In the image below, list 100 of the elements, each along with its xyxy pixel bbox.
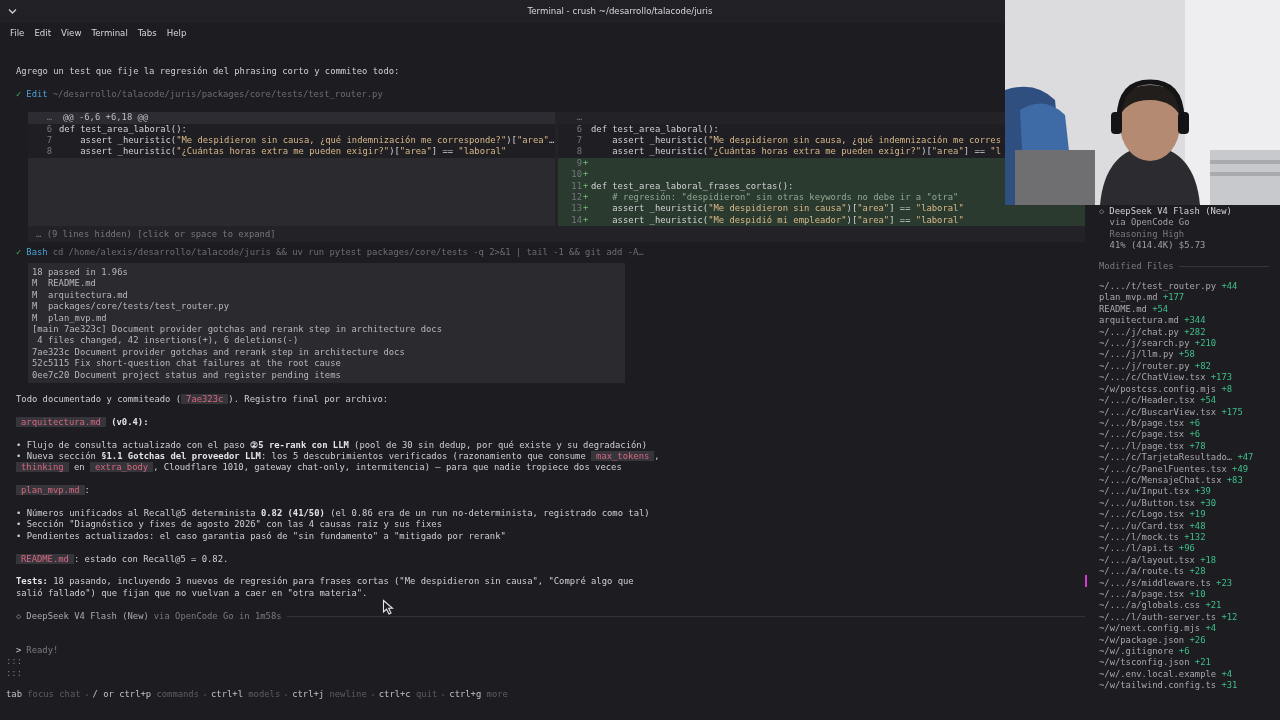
collapsed-lines-hint[interactable]: … (9 lines hidden) [click or space to expand]	[28, 226, 1085, 242]
file-path[interactable]: ~/.../u/Card.tsx	[1099, 520, 1185, 532]
file-path[interactable]: ~/.../b/page.tsx	[1099, 417, 1185, 430]
intro-text: Agrego un test que fije la regresión del phrasing corto y commiteo todo:	[15, 66, 400, 76]
added-lines-count: +54	[1200, 395, 1217, 407]
model-provider: via OpenCode Go in 1m58s	[153, 610, 282, 622]
file-path[interactable]: ~/.../c/ChatView.tsx	[1099, 372, 1206, 384]
file-path[interactable]: ~/.../j/llm.py	[1099, 349, 1174, 361]
file-path[interactable]: ~/.../t/test_router.py	[1099, 281, 1217, 293]
shortcut-key: ctrl+c	[378, 689, 411, 701]
file-path[interactable]: ~/.../a/globals.css	[1099, 600, 1201, 612]
file-path[interactable]: ~/.../j/router.py	[1099, 360, 1190, 373]
shortcut-action: commands	[156, 689, 199, 701]
file-path[interactable]: ~/.../u/Input.tsx	[1099, 486, 1190, 498]
model-name: DeepSeek V4 Flash (New)	[1109, 206, 1232, 218]
message-text: Tests: 18 pasando, incluyendo 3 nuevos de regresión para frases cortas ("Me despidieron sin causa", "Compré algo que salió fallado") que fijan que no vuelvan a caer en "otra materia".	[16, 576, 635, 600]
fold-marker: …	[575, 112, 582, 124]
file-path[interactable]: ~/.../c/MensajeChat.tsx	[1099, 474, 1222, 487]
added-lines-count: +26	[1189, 634, 1206, 647]
added-lines-count: +177	[1162, 292, 1185, 304]
model-name: DeepSeek V4 Flash (New)	[26, 610, 149, 622]
tool-command: cd /home/alexis/desarrollo/talacode/juris && uv run pytest packages/core/tests -q 2>&1 | tail -1 && git add -A…	[52, 246, 644, 258]
line-number: 8	[45, 146, 52, 158]
message-text: README.md : estado con Recall@5 = 0.82.	[16, 553, 663, 565]
line-number: 7	[45, 135, 52, 147]
file-path[interactable]: ~/.../s/middleware.ts	[1099, 577, 1211, 589]
message-text: arquitectura.md (v0.4):	[16, 416, 663, 429]
menu-item[interactable]: Tabs	[132, 27, 162, 40]
file-path[interactable]: ~/.../l/page.tsx	[1099, 440, 1185, 453]
code-line: def test_area_laboral():	[59, 123, 187, 135]
shortcut-key: tab	[6, 689, 22, 701]
code-line: assert _heuristic("Me despidieron sin causa, ¿qué indemnización me corresponde?")["area"…	[79, 135, 555, 147]
file-path[interactable]: ~/.../c/TarjetaResultado…	[1099, 452, 1233, 464]
file-path[interactable]: ~/w/package.json	[1099, 634, 1185, 647]
file-path[interactable]: plan_mvp.md	[1099, 292, 1158, 304]
shortcut-action: more	[486, 689, 508, 701]
added-lines-count: +210	[1194, 338, 1217, 350]
output-line: 7ae323c Document provider gotchas and rerank step in architecture docs	[32, 346, 406, 359]
file-path[interactable]: ~/.../l/api.ts	[1099, 543, 1174, 555]
file-path[interactable]: ~/w/.env.local.example	[1099, 668, 1217, 681]
shortcut-action: focus chat	[27, 689, 81, 701]
file-path[interactable]: ~/.../c/Logo.tsx	[1099, 509, 1185, 521]
file-path[interactable]: ~/.../c/page.tsx	[1099, 429, 1185, 441]
file-path[interactable]: ~/.../a/route.ts	[1099, 566, 1185, 578]
diff-sign: +	[583, 214, 588, 227]
added-lines-count: +4	[1205, 623, 1217, 635]
file-path[interactable]: ~/.../j/chat.py	[1099, 326, 1179, 339]
file-path[interactable]: arquitectura.md	[1099, 315, 1179, 327]
code-comment: # regresión: "despidieron" sin otras keywords no debe ir a "otra"	[611, 191, 959, 204]
status-check: ✓	[16, 88, 22, 101]
message-text: • Números unificados al Recall@5 determinista 0.82 (41/50) (el 0.86 era de un run no-determinista, registrado como tal)	[16, 507, 651, 519]
menu-item[interactable]: Terminal	[86, 27, 133, 40]
menu-item[interactable]: View	[56, 27, 87, 40]
shortcut-action: quit	[416, 689, 438, 701]
file-path[interactable]: ~/.../u/Button.tsx	[1099, 497, 1195, 510]
shortcut-action: newline	[329, 689, 367, 701]
file-path[interactable]: ~/.../c/PanelFuentes.tsx	[1099, 463, 1227, 475]
file-path[interactable]: ~/.../l/mock.ts	[1099, 531, 1179, 544]
output-line: [main 7ae323c] Document provider gotchas and rerank step in architecture docs	[32, 323, 443, 336]
added-lines-count: +48	[1189, 520, 1206, 532]
line-number: 9	[575, 157, 582, 170]
menu-item[interactable]: File	[5, 27, 30, 40]
window-title: Terminal - crush ~/desarrollo/talacode/juris	[527, 5, 713, 18]
added-lines-count: +10	[1189, 589, 1206, 601]
added-lines-count: +6	[1178, 646, 1190, 658]
added-lines-count: +39	[1194, 486, 1211, 498]
shortcut-key: / or ctrl+p	[92, 689, 152, 701]
added-lines-count: +12	[1221, 611, 1238, 624]
menu-item[interactable]: Help	[161, 27, 192, 40]
section-heading: Modified Files	[1099, 260, 1174, 273]
line-number: 11	[570, 180, 582, 192]
file-path[interactable]: ~/.../l/auth-server.ts	[1099, 611, 1217, 624]
file-path[interactable]: ~/w/next.config.mjs	[1099, 623, 1201, 635]
file-path[interactable]: ~/.../a/page.tsx	[1099, 589, 1185, 601]
diff-sign: +	[583, 180, 588, 192]
diff-sign: +	[583, 203, 588, 215]
fold-marker: …	[45, 112, 52, 124]
diamond-icon: ◇	[16, 610, 22, 622]
reasoning-level: Reasoning High	[1108, 228, 1186, 241]
file-path[interactable]: ~/w/.gitignore	[1099, 646, 1174, 658]
code-line: assert _heuristic("¿Cuántas horas extra me pueden exigir?")["area"] == "laboral"	[79, 146, 507, 158]
added-lines-count: +82	[1194, 360, 1211, 373]
file-path[interactable]: ~/w/tailwind.config.ts	[1099, 680, 1217, 692]
file-path[interactable]: ~/.../c/BuscarView.tsx	[1099, 406, 1217, 418]
file-path[interactable]: ~/w/tsconfig.json	[1099, 657, 1190, 669]
file-path[interactable]: ~/.../a/layout.tsx	[1099, 554, 1195, 567]
line-number: 6	[45, 123, 52, 135]
added-lines-count: +344	[1184, 315, 1206, 327]
file-path[interactable]: ~/.../j/search.py	[1099, 338, 1190, 350]
chat-input[interactable]: Ready!	[26, 644, 327, 657]
menu-item[interactable]: Edit	[29, 27, 57, 40]
added-lines-count: +83	[1226, 474, 1243, 487]
output-line: 18 passed in 1.96s	[32, 266, 129, 279]
file-path[interactable]: ~/w/postcss.config.mjs	[1099, 383, 1217, 396]
file-path[interactable]: README.md	[1099, 303, 1147, 316]
message-text: • Sección "Diagnóstico y fixes de agosto 2026" con las 4 causas raíz y sus fixes	[16, 519, 443, 531]
context-usage: 41% (414.4K) $5.73	[1108, 240, 1207, 252]
hunk-header: @@ -6,6 +6,18 @@	[63, 112, 149, 124]
file-path[interactable]: ~/.../c/Header.tsx	[1099, 395, 1195, 407]
output-line: 52c5115 Fix short-question chat failures at the root cause	[32, 358, 342, 370]
